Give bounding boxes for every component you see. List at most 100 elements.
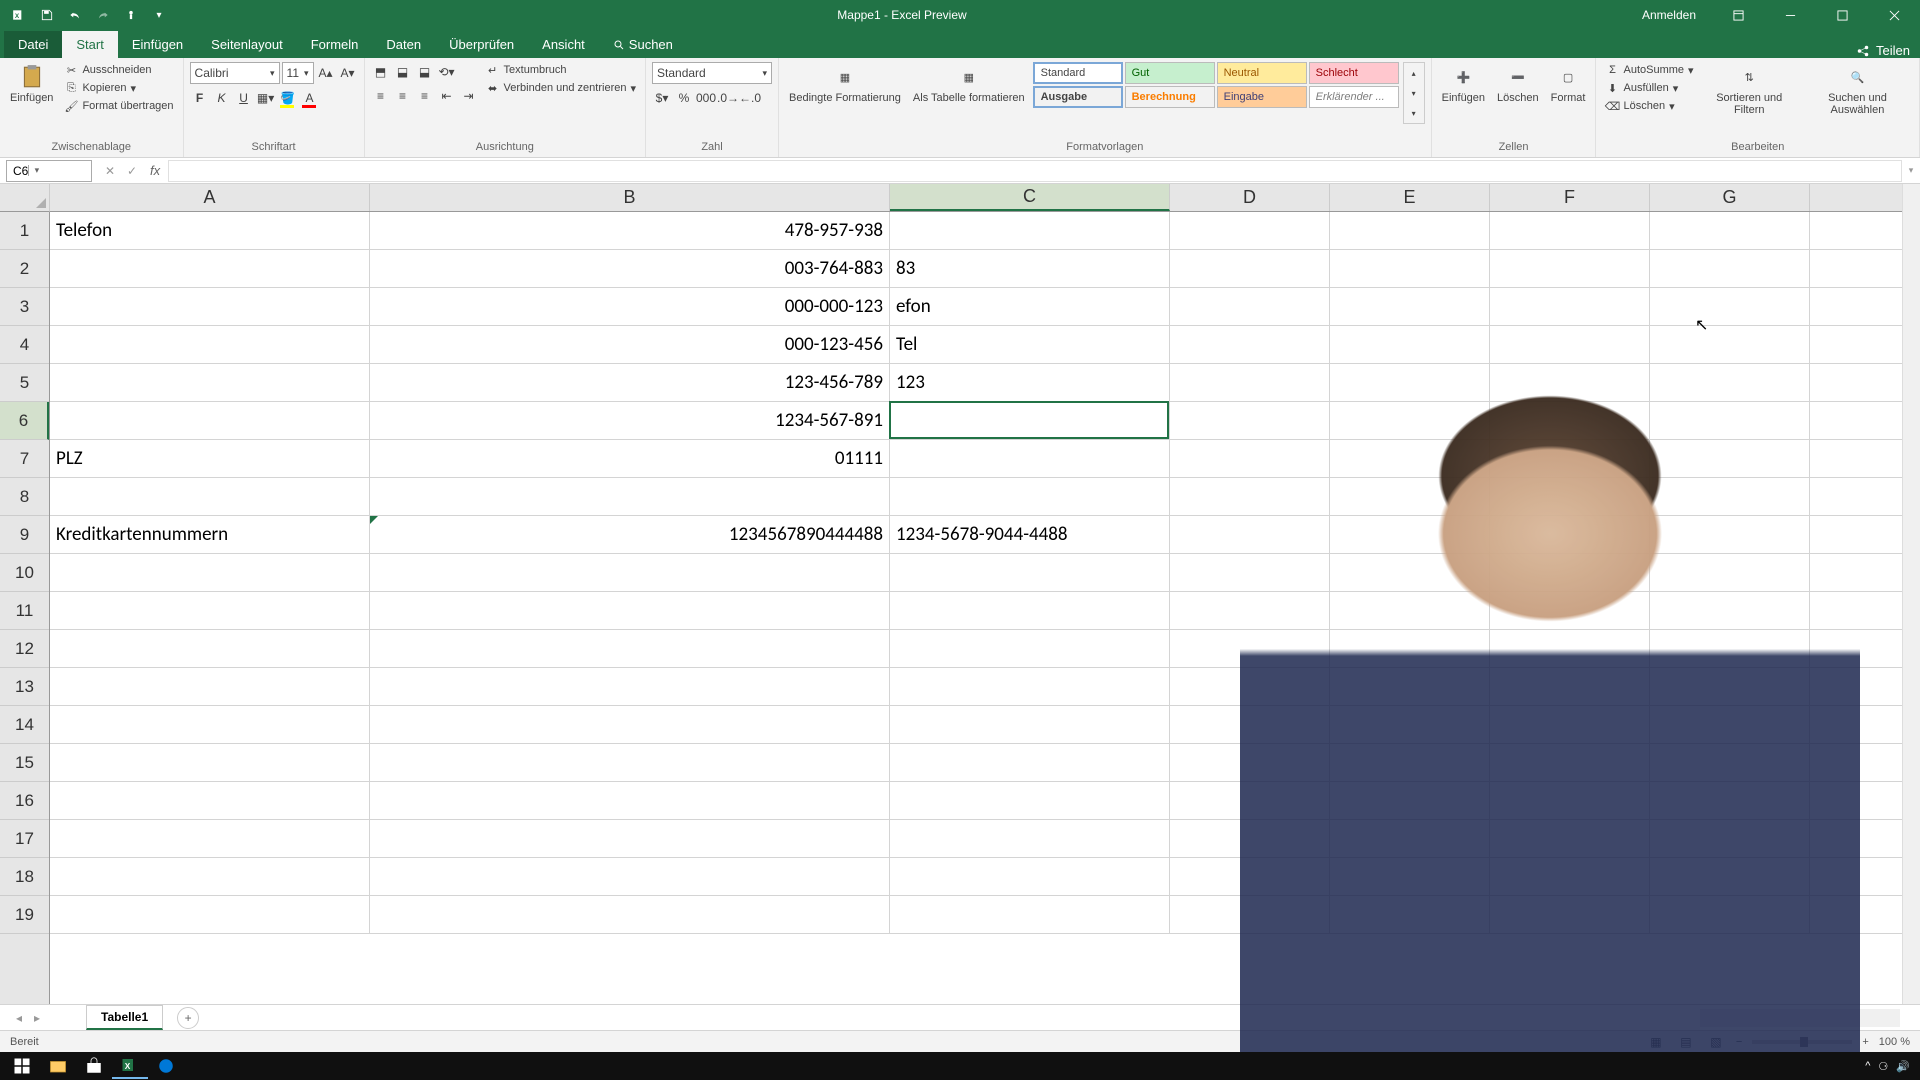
cell[interactable] bbox=[890, 554, 1170, 591]
sheet-tab-tabelle1[interactable]: Tabelle1 bbox=[86, 1005, 163, 1030]
clear-button[interactable]: ⌫Löschen ▾ bbox=[1602, 98, 1696, 114]
cell[interactable] bbox=[890, 630, 1170, 667]
redo-icon[interactable] bbox=[90, 3, 116, 27]
cell[interactable]: 1234567890444488 bbox=[370, 516, 890, 553]
error-indicator-icon[interactable] bbox=[370, 516, 378, 524]
cell[interactable]: 123 bbox=[890, 364, 1170, 401]
cell[interactable] bbox=[1490, 896, 1650, 933]
save-icon[interactable] bbox=[34, 3, 60, 27]
cell[interactable] bbox=[1330, 744, 1490, 781]
format-painter-button[interactable]: 🖌Format übertragen bbox=[61, 98, 176, 114]
column-header[interactable]: E bbox=[1330, 184, 1490, 211]
wrap-text-button[interactable]: ↵Textumbruch bbox=[483, 62, 639, 78]
cell[interactable] bbox=[1170, 896, 1330, 933]
view-page-break-icon[interactable]: ▧ bbox=[1706, 1032, 1726, 1052]
insert-cells-button[interactable]: ➕Einfügen bbox=[1438, 62, 1489, 106]
cell[interactable] bbox=[1490, 212, 1650, 249]
cell[interactable] bbox=[1330, 668, 1490, 705]
row-header[interactable]: 8 bbox=[0, 478, 49, 516]
cell[interactable] bbox=[1170, 288, 1330, 325]
enter-formula-icon[interactable]: ✓ bbox=[122, 161, 142, 181]
cell[interactable] bbox=[1490, 706, 1650, 743]
align-right-icon[interactable]: ≡ bbox=[415, 86, 435, 106]
align-left-icon[interactable]: ≡ bbox=[371, 86, 391, 106]
cell-style-ausgabe[interactable]: Ausgabe bbox=[1033, 86, 1123, 108]
cell[interactable] bbox=[50, 364, 370, 401]
cell[interactable] bbox=[1330, 212, 1490, 249]
sheet-nav-next-icon[interactable]: ▸ bbox=[28, 1011, 46, 1025]
cell[interactable] bbox=[370, 820, 890, 857]
cell[interactable] bbox=[370, 478, 890, 515]
cell-style-berechnung[interactable]: Berechnung bbox=[1125, 86, 1215, 108]
cell[interactable] bbox=[1490, 288, 1650, 325]
italic-button[interactable]: K bbox=[212, 88, 232, 108]
cell[interactable] bbox=[1490, 478, 1650, 515]
cell[interactable] bbox=[1490, 326, 1650, 363]
row-header[interactable]: 13 bbox=[0, 668, 49, 706]
cell[interactable] bbox=[370, 744, 890, 781]
tray-volume-icon[interactable]: 🔊 bbox=[1896, 1060, 1910, 1073]
cell-style-eingabe[interactable]: Eingabe bbox=[1217, 86, 1307, 108]
tab-suchen[interactable]: Suchen bbox=[599, 31, 687, 58]
cell[interactable] bbox=[1330, 630, 1490, 667]
cell[interactable]: Tel bbox=[890, 326, 1170, 363]
row-header[interactable]: 1 bbox=[0, 212, 49, 250]
cell[interactable] bbox=[1170, 364, 1330, 401]
tab-ueberpruefen[interactable]: Überprüfen bbox=[435, 31, 528, 58]
cell[interactable] bbox=[1650, 478, 1810, 515]
add-sheet-button[interactable]: + bbox=[177, 1007, 199, 1029]
cell[interactable] bbox=[50, 706, 370, 743]
cell[interactable]: 1234-567-891 bbox=[370, 402, 890, 439]
cell[interactable] bbox=[370, 782, 890, 819]
cell[interactable] bbox=[50, 288, 370, 325]
cell[interactable] bbox=[50, 782, 370, 819]
cell[interactable] bbox=[1170, 516, 1330, 553]
cell[interactable] bbox=[1650, 820, 1810, 857]
share-button[interactable]: Teilen bbox=[1876, 43, 1910, 58]
row-header[interactable]: 11 bbox=[0, 592, 49, 630]
cancel-formula-icon[interactable]: ✕ bbox=[100, 161, 120, 181]
select-all-corner[interactable] bbox=[0, 184, 50, 212]
cell[interactable] bbox=[370, 592, 890, 629]
start-button[interactable] bbox=[4, 1053, 40, 1079]
row-header[interactable]: 10 bbox=[0, 554, 49, 592]
autosum-button[interactable]: ΣAutoSumme ▾ bbox=[1602, 62, 1696, 78]
font-size-select[interactable]: 11▾ bbox=[282, 62, 314, 84]
copy-button[interactable]: ⎘Kopieren ▾ bbox=[61, 80, 176, 96]
fx-icon[interactable]: fx bbox=[150, 163, 160, 178]
taskbar-excel-icon[interactable]: X bbox=[112, 1053, 148, 1079]
cell[interactable] bbox=[1330, 250, 1490, 287]
cell[interactable] bbox=[1490, 858, 1650, 895]
cell[interactable] bbox=[50, 592, 370, 629]
format-cells-button[interactable]: ▢Format bbox=[1547, 62, 1590, 106]
cell[interactable] bbox=[1330, 896, 1490, 933]
name-box[interactable]: C6▾ bbox=[6, 160, 92, 182]
cell[interactable] bbox=[1490, 402, 1650, 439]
row-header[interactable]: 17 bbox=[0, 820, 49, 858]
tab-start[interactable]: Start bbox=[62, 31, 117, 58]
cell[interactable] bbox=[890, 706, 1170, 743]
format-as-table-button[interactable]: ▦Als Tabelle formatieren bbox=[909, 62, 1029, 106]
cell[interactable]: 478-957-938 bbox=[370, 212, 890, 249]
cell[interactable] bbox=[1650, 668, 1810, 705]
font-color-button[interactable]: A bbox=[300, 88, 320, 108]
row-header[interactable]: 9 bbox=[0, 516, 49, 554]
cell[interactable] bbox=[1490, 592, 1650, 629]
row-header[interactable]: 19 bbox=[0, 896, 49, 934]
customize-qat-icon[interactable]: ▾ bbox=[146, 3, 172, 27]
maximize-icon[interactable] bbox=[1822, 0, 1862, 30]
comma-format-icon[interactable]: 000 bbox=[696, 88, 716, 108]
tab-seitenlayout[interactable]: Seitenlayout bbox=[197, 31, 297, 58]
increase-decimal-icon[interactable]: .0→ bbox=[718, 88, 738, 108]
cell[interactable] bbox=[1650, 440, 1810, 477]
cell[interactable] bbox=[1170, 858, 1330, 895]
cell[interactable] bbox=[1650, 288, 1810, 325]
cell[interactable]: 123-456-789 bbox=[370, 364, 890, 401]
cell-style-gut[interactable]: Gut bbox=[1125, 62, 1215, 84]
taskbar-edge-icon[interactable] bbox=[148, 1053, 184, 1079]
sheet-nav-prev-icon[interactable]: ◂ bbox=[10, 1011, 28, 1025]
tab-datei[interactable]: Datei bbox=[4, 31, 62, 58]
cell[interactable] bbox=[50, 250, 370, 287]
styles-more-icon[interactable]: ▾ bbox=[1404, 103, 1424, 123]
accounting-format-icon[interactable]: $▾ bbox=[652, 88, 672, 108]
